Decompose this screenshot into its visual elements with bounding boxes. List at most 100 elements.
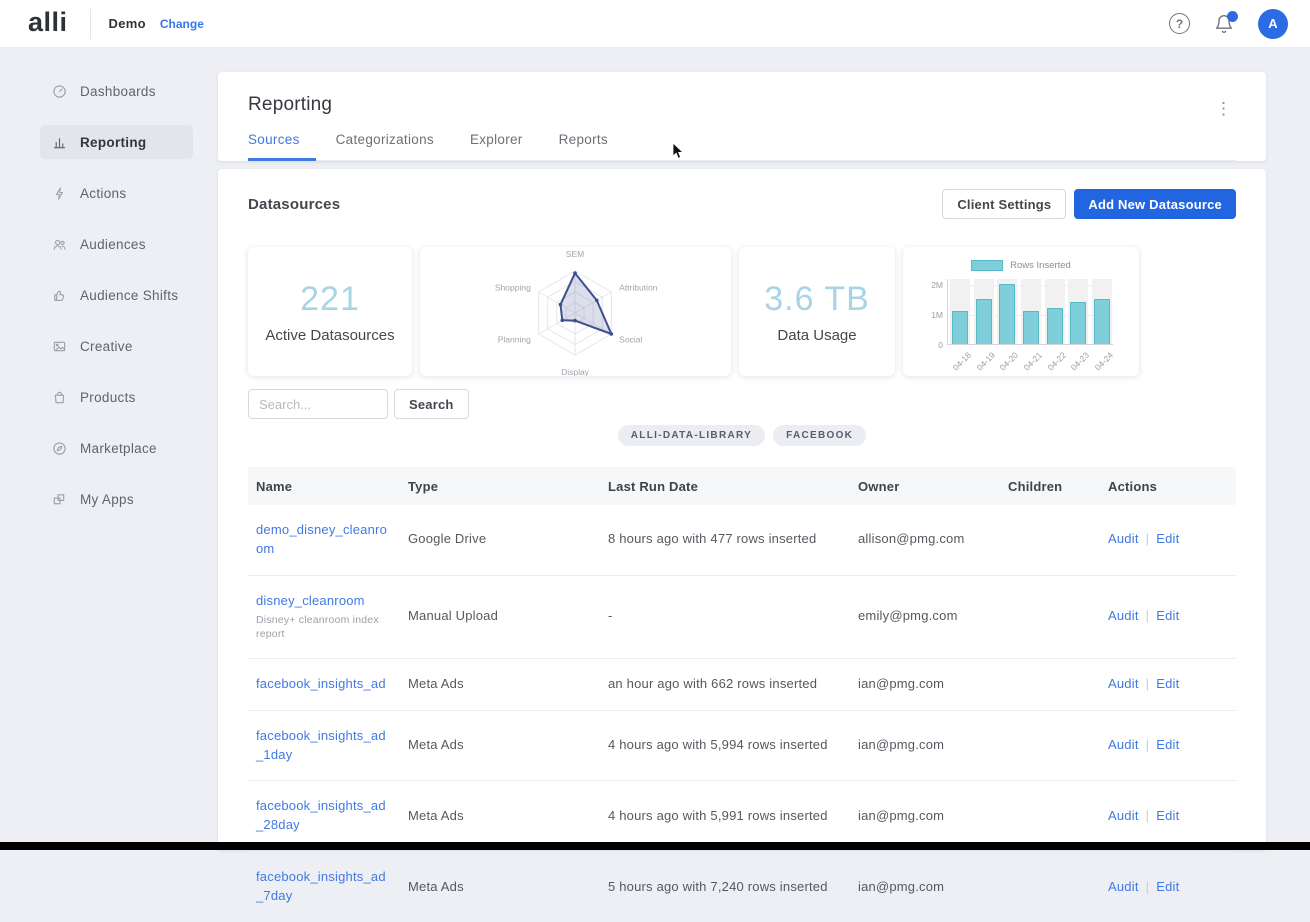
sidebar: Dashboards Reporting Actions Audiences A… (0, 48, 218, 850)
edit-link[interactable]: Edit (1156, 737, 1179, 752)
main-content: Reporting ⋮ Sources Categorizations Expl… (218, 72, 1266, 850)
table-row: disney_cleanroom Disney+ cleanroom index … (248, 576, 1236, 659)
datasource-name-link[interactable]: disney_cleanroom (256, 592, 365, 611)
action-separator: | (1146, 737, 1150, 752)
compass-icon (52, 441, 67, 456)
tab-explorer[interactable]: Explorer (470, 132, 539, 160)
svg-text:Shopping: Shopping (495, 283, 531, 293)
tab-bar: Sources Categorizations Explorer Reports (248, 132, 1236, 161)
sidebar-item-reporting[interactable]: Reporting (40, 125, 193, 159)
datasource-last-run: 4 hours ago with 5,994 rows inserted (600, 736, 850, 755)
change-client-link[interactable]: Change (160, 17, 204, 31)
sidebar-item-audiences[interactable]: Audiences (40, 227, 193, 261)
tab-reports[interactable]: Reports (559, 132, 624, 160)
audit-link[interactable]: Audit (1108, 676, 1139, 691)
data-usage-card: 3.6 TB Data Usage (739, 247, 895, 376)
svg-text:Planning: Planning (498, 335, 531, 345)
edit-link[interactable]: Edit (1156, 879, 1179, 894)
rows-inserted-chart-card: Rows Inserted 01M2M04-1804-1904-2004-210… (903, 247, 1139, 376)
actions-icon (52, 186, 67, 201)
search-input[interactable] (248, 389, 388, 419)
col-actions: Actions (1100, 479, 1236, 494)
table-header: Name Type Last Run Date Owner Children A… (248, 467, 1236, 505)
data-usage-label: Data Usage (777, 327, 856, 344)
svg-text:Display: Display (561, 367, 590, 376)
apps-grid-icon (52, 492, 67, 507)
col-last-run-date: Last Run Date (600, 479, 850, 494)
client-name: Demo (109, 16, 146, 31)
dashboard-icon (52, 84, 67, 99)
active-datasources-label: Active Datasources (265, 327, 394, 344)
datasource-owner: ian@pmg.com (850, 878, 1000, 897)
radar-chart: SEMAttributionSocialDisplayPlanningShopp… (420, 247, 731, 376)
kebab-menu-icon[interactable]: ⋮ (1207, 96, 1240, 121)
datasource-name-link[interactable]: facebook_insights_ad_28day (256, 797, 392, 835)
search-button[interactable]: Search (394, 389, 469, 419)
legend-label: Rows Inserted (1010, 260, 1071, 271)
avatar[interactable]: A (1258, 9, 1288, 39)
audit-link[interactable]: Audit (1108, 608, 1139, 623)
sidebar-item-marketplace[interactable]: Marketplace (40, 431, 193, 465)
sidebar-item-audience-shifts[interactable]: Audience Shifts (40, 278, 193, 312)
sidebar-label: My Apps (80, 492, 134, 507)
action-separator: | (1146, 879, 1150, 894)
datasource-type: Manual Upload (400, 607, 600, 626)
alli-logo: alli (28, 9, 68, 36)
audit-link[interactable]: Audit (1108, 879, 1139, 894)
section-title: Datasources (248, 196, 340, 213)
page-title: Reporting (248, 94, 1236, 116)
top-header: alli Demo Change ? A (0, 0, 1310, 48)
table-row: demo_disney_cleanroom Google Drive 8 hou… (248, 505, 1236, 576)
category-radar-card: SEMAttributionSocialDisplayPlanningShopp… (420, 247, 731, 376)
sidebar-item-my-apps[interactable]: My Apps (40, 482, 193, 516)
help-icon[interactable]: ? (1169, 13, 1190, 34)
edit-link[interactable]: Edit (1156, 808, 1179, 823)
audit-link[interactable]: Audit (1108, 808, 1139, 823)
sidebar-item-actions[interactable]: Actions (40, 176, 193, 210)
bar-04-24 (1094, 299, 1110, 344)
audit-link[interactable]: Audit (1108, 531, 1139, 546)
tab-categorizations[interactable]: Categorizations (336, 132, 450, 160)
tab-sources[interactable]: Sources (248, 132, 316, 160)
sidebar-item-products[interactable]: Products (40, 380, 193, 414)
datasource-owner: allison@pmg.com (850, 530, 1000, 549)
edit-link[interactable]: Edit (1156, 608, 1179, 623)
thumbs-up-icon (52, 288, 67, 303)
bar-04-18 (952, 311, 968, 344)
datasource-name-link[interactable]: demo_disney_cleanroom (256, 521, 392, 559)
legend-swatch (971, 260, 1003, 271)
datasource-last-run: 5 hours ago with 7,240 rows inserted (600, 878, 850, 897)
bar-chart: 01M2M04-1804-1904-2004-2104-2204-2304-24 (947, 279, 1113, 345)
audit-link[interactable]: Audit (1108, 737, 1139, 752)
sidebar-label: Creative (80, 339, 133, 354)
datasource-name-link[interactable]: facebook_insights_ad (256, 675, 386, 694)
client-settings-button[interactable]: Client Settings (942, 189, 1066, 219)
datasource-type: Meta Ads (400, 878, 600, 897)
datasource-name-link[interactable]: facebook_insights_ad_1day (256, 727, 392, 765)
filter-chip-facebook[interactable]: FACEBOOK (773, 425, 866, 446)
notification-dot (1227, 11, 1238, 22)
svg-text:SEM: SEM (566, 249, 584, 259)
datasource-description: Disney+ cleanroom index report (256, 613, 392, 642)
datasource-type: Meta Ads (400, 736, 600, 755)
edit-link[interactable]: Edit (1156, 676, 1179, 691)
col-children: Children (1000, 479, 1100, 494)
datasource-type: Google Drive (400, 530, 600, 549)
col-name: Name (248, 479, 400, 494)
datasource-owner: emily@pmg.com (850, 607, 1000, 626)
sidebar-label: Audience Shifts (80, 288, 178, 303)
datasource-name-link[interactable]: facebook_insights_ad_7day (256, 868, 392, 906)
table-row: facebook_insights_ad_1day Meta Ads 4 hou… (248, 711, 1236, 782)
filter-chip-alli-data-library[interactable]: ALLI-DATA-LIBRARY (618, 425, 765, 446)
sidebar-item-creative[interactable]: Creative (40, 329, 193, 363)
edit-link[interactable]: Edit (1156, 531, 1179, 546)
add-new-datasource-button[interactable]: Add New Datasource (1074, 189, 1236, 219)
table-row: facebook_insights_ad_7day Meta Ads 5 hou… (248, 852, 1236, 922)
header-divider (90, 9, 91, 39)
datasource-last-run: an hour ago with 662 rows inserted (600, 675, 850, 694)
sidebar-label: Dashboards (80, 84, 156, 99)
active-datasources-count: 221 (300, 280, 360, 319)
sidebar-item-dashboards[interactable]: Dashboards (40, 74, 193, 108)
col-type: Type (400, 479, 600, 494)
notifications-button[interactable] (1214, 14, 1234, 34)
